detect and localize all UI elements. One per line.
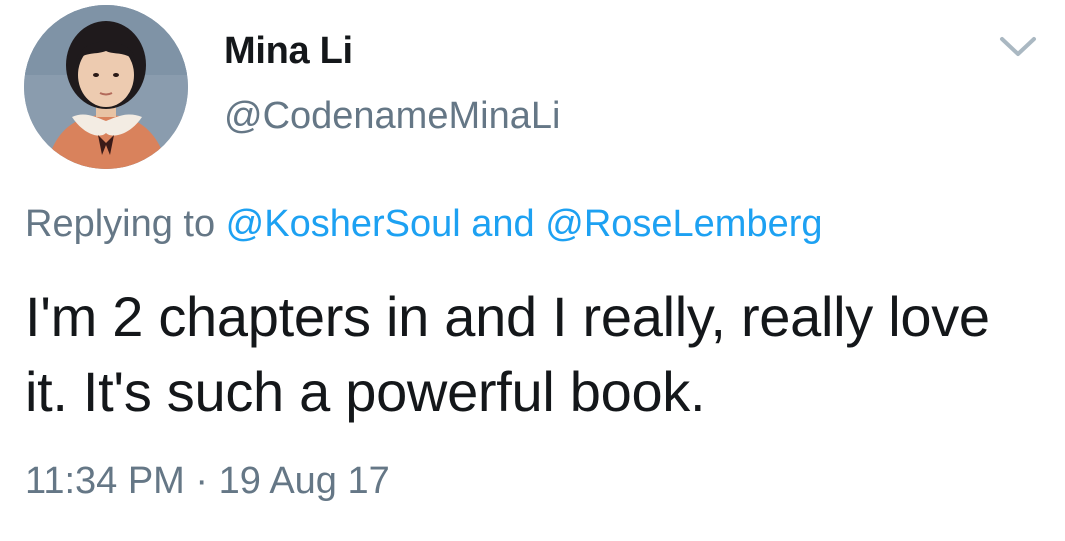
reply-prefix: Replying to <box>25 203 226 245</box>
user-handle[interactable]: @CodenameMinaLi <box>224 95 560 138</box>
display-name[interactable]: Mina Li <box>224 30 353 73</box>
profile-photo-icon <box>24 5 188 169</box>
tweet-card: Mina Li @CodenameMinaLi Replying to @Kos… <box>0 0 1065 541</box>
chevron-down-icon[interactable] <box>998 34 1038 60</box>
tweet-timestamp[interactable]: 11:34 PM · 19 Aug 17 <box>25 460 390 503</box>
avatar[interactable] <box>24 5 188 169</box>
mention-link-roselemberg[interactable]: @RoseLemberg <box>545 203 822 245</box>
tweet-text: I'm 2 chapters in and I really, really l… <box>25 285 990 423</box>
reply-context: Replying to @KosherSoul and @RoseLemberg <box>25 203 823 246</box>
mention-link-koshersoul[interactable]: @KosherSoul <box>226 203 461 245</box>
reply-joiner: and <box>460 203 546 245</box>
